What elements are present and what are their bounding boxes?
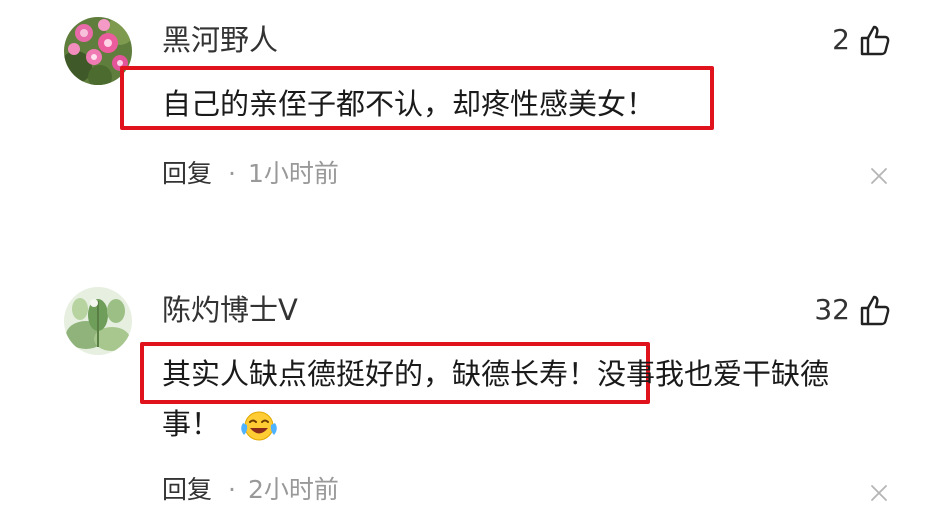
comment-text-fragment: 事！: [162, 407, 221, 441]
thumbs-up-icon[interactable]: [860, 294, 890, 326]
like-count: 2: [832, 23, 850, 56]
like-control[interactable]: 2: [832, 22, 890, 58]
comment-text: 自己的亲侄子都不认，却疼性感美女！: [162, 87, 656, 121]
laugh-cry-emoji-icon: [241, 411, 278, 441]
close-icon[interactable]: [870, 484, 888, 502]
thumbs-up-icon[interactable]: [860, 24, 890, 56]
comment-item: 黑河野人 2 自己的亲侄子都不认，却疼性感美女！ 回复 · 1小时前: [0, 0, 938, 260]
close-icon[interactable]: [870, 167, 888, 185]
comment-meta: 回复 · 1小时前: [162, 158, 339, 190]
comment-text: 其实人缺点德挺好的，缺德长寿！没事我也爱干缺德 事！: [162, 349, 890, 449]
username[interactable]: 黑河野人: [162, 22, 278, 58]
timestamp: 2小时前: [247, 475, 339, 504]
user-avatar[interactable]: [64, 287, 132, 355]
timestamp: 1小时前: [247, 159, 339, 188]
comment-item: 陈灼博士V 32 其实人缺点德挺好的，缺德长寿！没事我也爱干缺德 事！ 回复 ·…: [0, 270, 938, 532]
like-count: 32: [814, 293, 850, 326]
separator-dot: ·: [228, 159, 236, 188]
reply-button[interactable]: 回复: [162, 474, 212, 506]
like-control[interactable]: 32: [814, 292, 890, 328]
comment-text-line: 其实人缺点德挺好的，缺德长寿！没事我也爱干缺德: [162, 357, 830, 391]
separator-dot: ·: [228, 475, 236, 504]
reply-button[interactable]: 回复: [162, 158, 212, 190]
green-plant-avatar-icon: [64, 287, 132, 355]
comment-text-line: 事！: [162, 399, 890, 449]
username[interactable]: 陈灼博士V: [162, 292, 298, 328]
comment-meta: 回复 · 2小时前: [162, 474, 339, 506]
